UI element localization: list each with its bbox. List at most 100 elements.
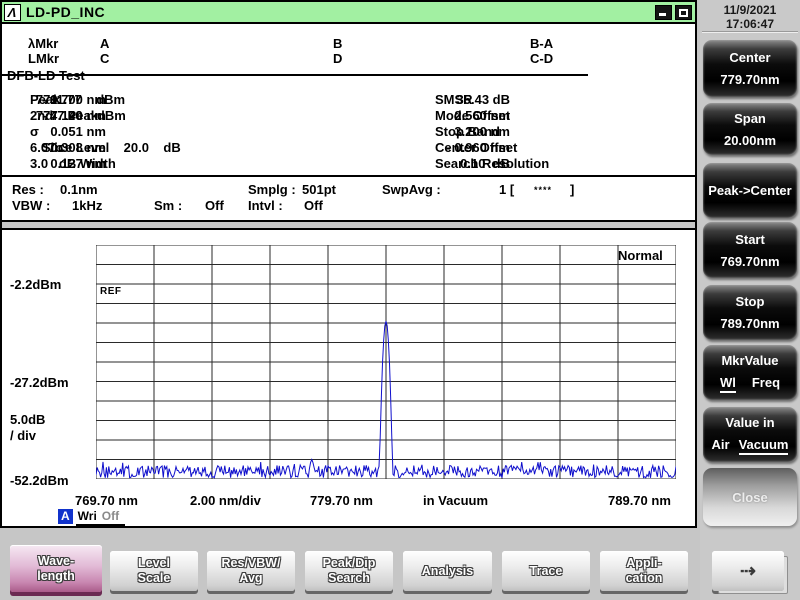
intvl-value: Off [304, 198, 323, 213]
y-tick-mid: -27.2dBm [10, 375, 69, 390]
sm-label: Sm : [154, 198, 182, 213]
window-title: LD-PD_INC [26, 4, 105, 20]
menu-label: Wave- [38, 554, 74, 569]
analysis-value: 0.10 dB [435, 156, 510, 171]
y-tick-ref: -2.2dBm [10, 277, 61, 292]
analysis-extra: - 47.20 dBm [42, 108, 126, 123]
softkey-close[interactable]: Close [703, 468, 797, 526]
x-tick-stop: 789.70 nm [608, 493, 671, 508]
softkey-peak-to-center[interactable]: Peak->Center [703, 163, 797, 218]
swpavg-label: SwpAvg : [382, 182, 441, 197]
maximize-button[interactable] [675, 5, 692, 20]
menu-res-vbw-avg[interactable]: Res/VBW/Avg [207, 551, 295, 591]
swpavg-bracket: ] [570, 182, 574, 197]
menu-level-scale[interactable]: LevelScale [110, 551, 198, 591]
menu-analysis[interactable]: Analysis [403, 551, 492, 591]
spectrum-plot [96, 245, 676, 479]
softkey-label: Value in [725, 415, 774, 430]
softkey-value: 769.70nm [720, 254, 779, 269]
more-arrow-icon: ⇢ [740, 564, 756, 579]
option-freq: Freq [752, 375, 780, 393]
swpavg-value: 1 [ [499, 182, 514, 197]
marker-row1-label: λMkr [28, 36, 58, 51]
analysis-value: - 0.960 nm [435, 140, 510, 155]
y-scale-suffix: / div [10, 428, 36, 443]
menu-application[interactable]: Appli-cation [600, 551, 688, 591]
analysis-extra: Slice Level 20.0 dB [42, 140, 181, 155]
time-display: 17:06:47 [700, 17, 800, 31]
softkey-start[interactable]: Start 769.70nm [703, 222, 797, 278]
analysis-value: 3.200 nm [435, 124, 510, 139]
menu-wavelength[interactable]: Wave-length [10, 545, 102, 592]
x-tick-start: 769.70 nm [75, 493, 138, 508]
trace-write-status: Wri Off [76, 509, 125, 526]
marker-b: B [333, 36, 342, 51]
softkey-label: Peak->Center [708, 183, 791, 198]
swpavg-stars: **** [534, 185, 552, 195]
trace-state: Off [102, 509, 119, 523]
menu-label: cation [626, 571, 663, 586]
option-wl: Wl [720, 375, 736, 393]
trace-mode-label: Normal [618, 248, 663, 263]
spectrum-chart-panel: -2.2dBm -27.2dBm 5.0dB / div -52.2dBm RE… [2, 228, 695, 526]
window-controls [655, 5, 692, 20]
menu-label: length [37, 569, 75, 584]
marker-ba: B-A [530, 36, 553, 51]
menu-more-arrow[interactable]: ⇢ [712, 551, 784, 591]
x-tick-center: 779.70 nm [310, 493, 373, 508]
sidebar-divider [702, 31, 798, 33]
menu-label: Search [328, 571, 370, 586]
menu-label: Analysis [422, 564, 473, 579]
softkey-label: Start [735, 232, 765, 247]
analysis-value: 0.051 nm [30, 124, 106, 139]
trace-write-mode: Wri [78, 509, 97, 523]
vbw-label: VBW : [12, 198, 50, 213]
marker-a: A [100, 36, 109, 51]
option-vacuum: Vacuum [739, 437, 789, 455]
softkey-label: Center [729, 50, 770, 65]
marker-d: D [333, 51, 342, 66]
y-scale-label: 5.0dB [10, 412, 45, 427]
menu-peak-dip-search[interactable]: Peak/DipSearch [305, 551, 393, 591]
date-display: 11/9/2021 [700, 3, 800, 17]
softkey-center[interactable]: Center 779.70nm [703, 40, 797, 97]
analysis-value: 35.43 dB [435, 92, 510, 107]
x-medium-label: in Vacuum [423, 493, 488, 508]
menu-label: Appli- [626, 556, 661, 571]
menu-trace[interactable]: Trace [502, 551, 590, 591]
app-logo-icon: Λ [4, 4, 21, 21]
sweep-settings-panel: Res : 0.1nm Smplg : 501pt SwpAvg : 1 [ *… [2, 177, 695, 222]
menu-label: Level [138, 556, 170, 571]
marker-c: C [100, 51, 109, 66]
res-value: 0.1nm [60, 182, 98, 197]
trace-status: A Wri Off [58, 509, 125, 526]
menu-label: Res/VBW/ [221, 556, 280, 571]
softkey-mkr-value[interactable]: MkrValue WlFreq [703, 345, 797, 400]
res-label: Res : [12, 182, 44, 197]
maximize-icon [679, 9, 688, 17]
minimize-icon [659, 13, 666, 16]
smplg-label: Smplg : [248, 182, 296, 197]
x-scale-per-div: 2.00 nm/div [190, 493, 261, 508]
menu-label: Avg [239, 571, 262, 586]
title-bar: Λ LD-PD_INC [2, 2, 695, 24]
softkey-span[interactable]: Span 20.00nm [703, 103, 797, 155]
softkey-value-in[interactable]: Value in Air Vacuum [703, 407, 797, 462]
analysis-extra: - 11.77 dBm [42, 92, 125, 107]
ref-level-label: REF [100, 286, 122, 297]
option-air: Air [712, 437, 730, 455]
osa-screen: Λ LD-PD_INC λMkr A B B-A LMkr C D C-D DF… [0, 0, 800, 600]
softkey-label: Stop [736, 294, 765, 309]
minimize-button[interactable] [655, 5, 672, 20]
trace-letter-badge: A [58, 509, 73, 524]
section-divider: DFB-LD Test [2, 68, 695, 82]
softkey-label: Span [734, 111, 766, 126]
softkey-value: 779.70nm [720, 72, 779, 87]
marker-cd: C-D [530, 51, 553, 66]
analysis-value: 2.560 nm [435, 108, 510, 123]
softkey-label: Close [732, 490, 767, 505]
softkey-sidebar: 11/9/2021 17:06:47 Center 779.70nm Span … [700, 0, 800, 600]
softkey-stop[interactable]: Stop 789.70nm [703, 285, 797, 340]
logo-glyph: Λ [6, 5, 18, 20]
divider-line [2, 74, 588, 76]
